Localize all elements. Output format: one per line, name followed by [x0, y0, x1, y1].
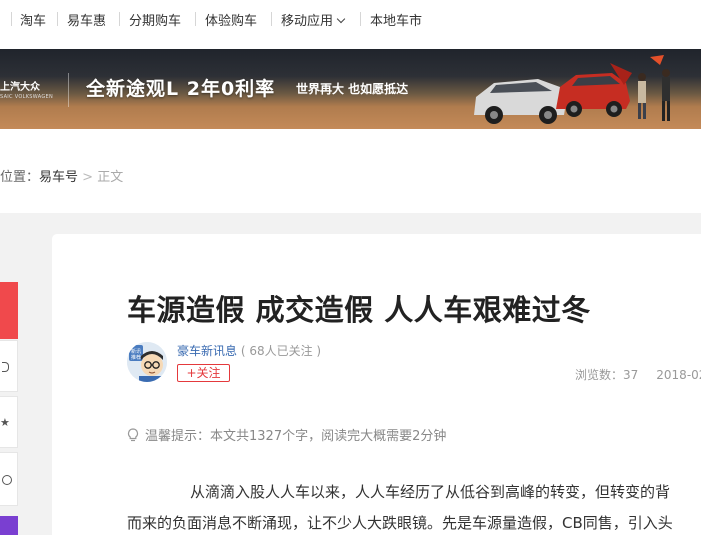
avatar-text-2: 推荐	[131, 354, 141, 361]
breadcrumb-current: 正文	[97, 170, 124, 185]
article-stats: 浏览数：37 2018-02	[575, 366, 701, 383]
article-paragraph: 而来的负面消息不断涌现，让不少人大跌眼镜。先是车源量造假，CB同售，引入头	[127, 514, 673, 532]
sidebar-favorite-button[interactable]: ★	[0, 396, 18, 448]
breadcrumb: 位置：易车号 > 正文	[0, 166, 123, 185]
view-count: 浏览数：37	[575, 368, 639, 382]
reading-tip-text: 温馨提示：本文共1327个字，阅读完大概需要2分钟	[145, 429, 447, 444]
nav-separator	[57, 12, 58, 26]
article-paragraph: 从滴滴入股人人车以来，人人车经历了从低谷到高峰的转变，但转变的背	[190, 483, 671, 501]
nav-separator	[195, 12, 196, 26]
banner-brand: 上汽大众	[0, 82, 40, 93]
nav-item-installment[interactable]: 分期购车	[129, 10, 181, 29]
breadcrumb-prefix: 位置：	[0, 170, 40, 185]
breadcrumb-separator: >	[82, 170, 94, 185]
vw-logo: 上汽大众 SAIC VOLKSWAGEN	[0, 67, 58, 113]
banner-headline: 全新途观L 2年0利率	[86, 78, 276, 100]
nav-item-mobile-apps[interactable]: 移动应用	[281, 10, 346, 29]
banner-tagline: 世界再大 也如愿抵达	[296, 82, 409, 96]
article-card	[52, 234, 701, 554]
nav-separator	[11, 12, 12, 26]
publish-date: 2018-02	[656, 368, 701, 382]
nav-item-mobile-apps-label: 移动应用	[281, 14, 334, 29]
author-avatar[interactable]: 新讯 推荐	[127, 342, 167, 382]
breadcrumb-link-yichehao[interactable]: 易车号	[39, 170, 78, 185]
chevron-down-icon	[336, 14, 346, 24]
nav-separator	[119, 12, 120, 26]
reading-tip: 温馨提示：本文共1327个字，阅读完大概需要2分钟	[127, 425, 446, 444]
banner-brand-en: SAIC VOLKSWAGEN	[0, 94, 54, 100]
author-followers: ( 68人已关注 )	[240, 344, 322, 358]
share-icon	[2, 475, 12, 485]
sidebar-share-button[interactable]	[0, 452, 18, 506]
follow-button[interactable]: +关注	[177, 364, 230, 382]
avatar-text: 新讯	[131, 348, 141, 355]
nav-separator	[271, 12, 272, 26]
nav-separator	[360, 12, 361, 26]
sidebar-like-button[interactable]	[0, 282, 18, 339]
top-nav: 淘车 易车惠 分期购车 体验购车 移动应用 本地车市	[0, 0, 701, 40]
star-icon: ★	[0, 416, 10, 429]
nav-item-experience[interactable]: 体验购车	[205, 10, 257, 29]
banner-ad[interactable]: 上汽大众 SAIC VOLKSWAGEN 全新途观L 2年0利率 世界再大 也如…	[0, 49, 701, 129]
avatar-cartoon-icon: 新讯 推荐	[127, 342, 167, 382]
nav-item-taoche[interactable]: 淘车	[20, 10, 46, 29]
author-info: 豪车新讯息 ( 68人已关注 )	[177, 342, 321, 359]
nav-item-yichehui[interactable]: 易车惠	[67, 10, 106, 29]
nav-item-local-market[interactable]: 本地车市	[370, 10, 422, 29]
article-title: 车源造假 成交造假 人人车艰难过冬	[127, 293, 591, 327]
author-name[interactable]: 豪车新讯息	[177, 344, 237, 358]
sidebar-app-button[interactable]	[0, 516, 18, 535]
sidebar-comment-button[interactable]	[0, 340, 18, 392]
comment-icon	[2, 362, 9, 372]
lightbulb-icon	[127, 428, 139, 442]
banner-car-image	[474, 55, 670, 124]
banner-divider	[68, 73, 69, 107]
